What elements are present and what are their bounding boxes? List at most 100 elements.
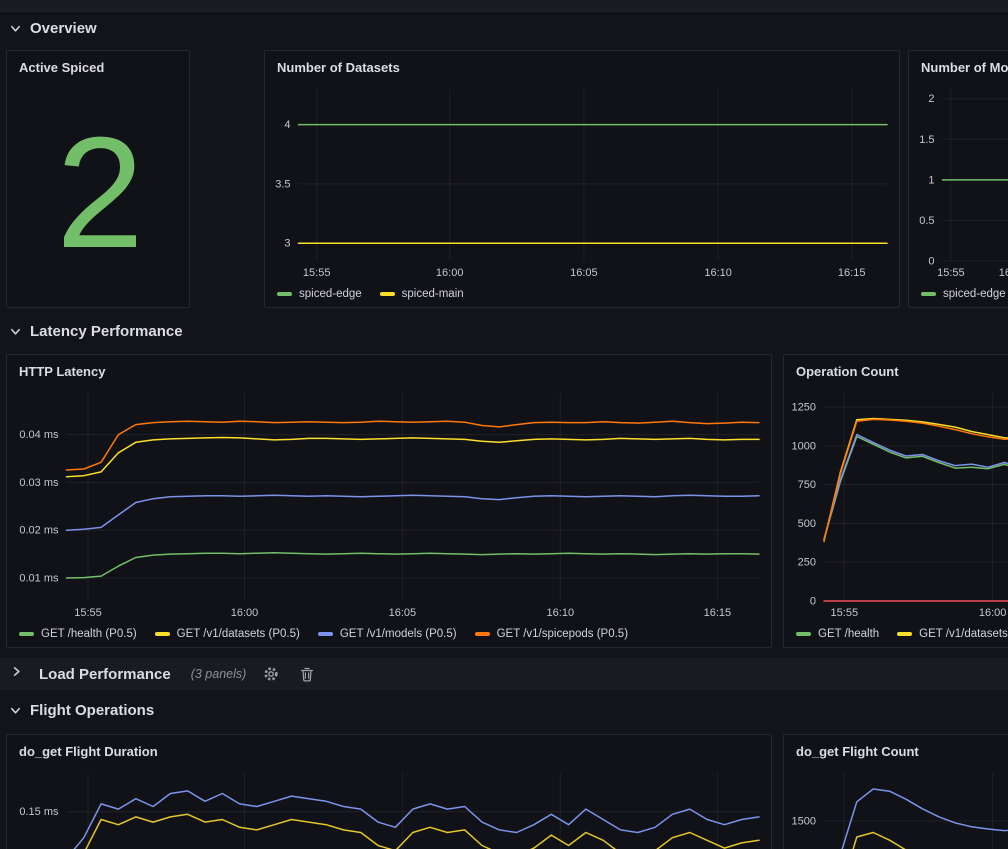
legend-swatch — [380, 292, 395, 296]
svg-text:3.5: 3.5 — [275, 178, 290, 190]
svg-text:16:10: 16:10 — [704, 267, 732, 279]
row-panel-count: (3 panels) — [191, 667, 247, 681]
svg-text:16:00: 16:00 — [231, 607, 259, 619]
svg-text:16:00: 16:00 — [979, 607, 1007, 619]
legend-swatch — [318, 632, 333, 636]
chevron-down-icon — [9, 22, 22, 35]
legend-swatch — [897, 632, 912, 636]
svg-text:16:05: 16:05 — [389, 607, 417, 619]
svg-text:750: 750 — [798, 479, 816, 491]
number-of-datasets-chart[interactable]: 15:5516:0016:0516:1016:1533.54spiced-edg… — [265, 79, 899, 307]
svg-text:15:55: 15:55 — [831, 607, 859, 619]
panel-title[interactable]: HTTP Latency — [7, 355, 771, 383]
http-latency-chart[interactable]: 15:55 16:00 16:05 16:10 16:15 0.01 ms 0.02 ms 0… — [7, 383, 771, 647]
legend-item[interactable]: GET /v1/datasets — [897, 628, 1008, 640]
legend-label: spiced-edge — [943, 288, 1006, 300]
legend-label: spiced-main — [402, 288, 464, 300]
chart-legend: GET /health (P0.5) GET /v1/datasets (P0.5… — [7, 621, 771, 647]
legend-item[interactable]: GET /v1/spicepods (P0.5) — [475, 628, 628, 640]
stat-value: 2 — [56, 114, 140, 272]
svg-text:16:05: 16:05 — [570, 267, 598, 279]
chart-canvas[interactable]: 15:5516:0016:0516:1016:1533.54 — [265, 79, 899, 281]
panel-title[interactable]: Number of Datasets — [265, 51, 899, 79]
panel-title[interactable]: do_get Flight Count — [784, 735, 1008, 763]
chart-legend: spiced-edge — [909, 281, 1008, 307]
svg-text:4: 4 — [284, 119, 290, 131]
svg-text:16:15: 16:15 — [704, 607, 732, 619]
row-header-overview[interactable]: Overview — [9, 15, 97, 41]
legend-label: GET /v1/models (P0.5) — [340, 628, 457, 640]
svg-text:0.15 ms: 0.15 ms — [19, 806, 59, 818]
svg-text:0.02 ms: 0.02 ms — [19, 525, 59, 537]
svg-text:0.5: 0.5 — [919, 215, 934, 227]
operation-count-chart[interactable]: 15:5516:00025050075010001250GET /healthG… — [784, 383, 1008, 647]
panel-number-of-datasets: Number of Datasets 15:5516:0016:0516:101… — [264, 50, 900, 308]
chart-canvas[interactable]: 15:5516:0016:0516:1016:150.15 ms — [7, 763, 771, 849]
legend-item[interactable]: GET /health (P0.5) — [19, 628, 137, 640]
svg-text:250: 250 — [798, 557, 816, 569]
svg-text:16:10: 16:10 — [547, 607, 575, 619]
panel-active-spiced: Active Spiced 2 — [6, 50, 190, 308]
row-title: Flight Operations — [30, 702, 154, 719]
legend-swatch — [475, 632, 490, 636]
row-title: Latency Performance — [30, 323, 183, 340]
legend-item[interactable]: GET /v1/models (P0.5) — [318, 628, 457, 640]
svg-text:16:00: 16:00 — [999, 267, 1008, 279]
chart-canvas[interactable]: 15:55 16:00 16:05 16:10 16:15 0.01 ms 0.02 ms 0… — [7, 383, 771, 621]
panel-title[interactable]: do_get Flight Duration — [7, 735, 771, 763]
panel-number-of-models: Number of Models 15:55 16:00 0 0.5 1 1.5 2 spic… — [908, 50, 1008, 308]
row-delete-button[interactable] — [296, 663, 318, 685]
legend-item[interactable]: GET /health — [796, 628, 879, 640]
legend-label: GET /health — [818, 628, 879, 640]
legend-item[interactable]: GET /v1/datasets (P0.5) — [155, 628, 300, 640]
row-header-flight-operations[interactable]: Flight Operations — [9, 697, 154, 723]
stat-body: 2 — [7, 79, 189, 307]
do-get-flight-count-chart[interactable]: 15:5516:001500 — [784, 763, 1008, 849]
row-header-latency-performance[interactable]: Latency Performance — [9, 318, 183, 344]
row-header-load-performance[interactable]: Load Performance (3 panels) — [0, 658, 1008, 690]
legend-item[interactable]: spiced-main — [380, 288, 464, 300]
panel-http-latency: HTTP Latency 15:55 16:00 16:05 16:10 16:15 0.… — [6, 354, 772, 648]
svg-text:0.04 ms: 0.04 ms — [19, 429, 59, 441]
svg-text:3: 3 — [284, 238, 290, 250]
svg-text:1: 1 — [928, 174, 934, 186]
svg-text:0.03 ms: 0.03 ms — [19, 477, 59, 489]
trash-icon — [300, 667, 314, 682]
svg-text:15:55: 15:55 — [303, 267, 331, 279]
svg-text:500: 500 — [798, 518, 816, 530]
svg-text:1250: 1250 — [792, 402, 816, 414]
legend-label: GET /v1/datasets (P0.5) — [177, 628, 300, 640]
svg-text:0: 0 — [928, 256, 934, 268]
do-get-flight-duration-chart[interactable]: 15:5516:0016:0516:1016:150.15 ms — [7, 763, 771, 849]
panel-title[interactable]: Active Spiced — [7, 51, 189, 79]
panel-operation-count: Operation Count 15:5516:0002505007501000… — [783, 354, 1008, 648]
svg-text:15:55: 15:55 — [74, 607, 102, 619]
row-settings-button[interactable] — [260, 663, 282, 685]
legend-swatch — [19, 632, 34, 636]
chart-canvas[interactable]: 15:55 16:00 0 0.5 1 1.5 2 — [909, 79, 1008, 281]
dashboard: Overview Active Spiced 2 Number of Datas… — [0, 0, 1008, 849]
chart-legend: spiced-edge spiced-main — [265, 281, 899, 307]
chart-canvas[interactable]: 15:5516:00025050075010001250 — [784, 383, 1008, 621]
number-of-models-chart[interactable]: 15:55 16:00 0 0.5 1 1.5 2 spiced-edge — [909, 79, 1008, 307]
legend-item[interactable]: spiced-edge — [277, 288, 362, 300]
legend-swatch — [921, 292, 936, 296]
svg-text:0.01 ms: 0.01 ms — [19, 573, 59, 585]
panel-title[interactable]: Operation Count — [784, 355, 1008, 383]
row-title: Overview — [30, 20, 97, 37]
top-bar — [0, 0, 1008, 14]
legend-label: GET /health (P0.5) — [41, 628, 137, 640]
legend-label: GET /v1/datasets — [919, 628, 1008, 640]
svg-text:1.5: 1.5 — [919, 134, 934, 146]
svg-text:15:55: 15:55 — [937, 267, 965, 279]
legend-swatch — [277, 292, 292, 296]
legend-label: GET /v1/spicepods (P0.5) — [497, 628, 628, 640]
legend-item[interactable]: spiced-edge — [921, 288, 1006, 300]
chart-legend: GET /health GET /v1/datasets — [784, 621, 1008, 647]
chart-canvas[interactable]: 15:5516:001500 — [784, 763, 1008, 849]
svg-text:1500: 1500 — [792, 816, 816, 828]
panel-title[interactable]: Number of Models — [909, 51, 1008, 79]
svg-text:1000: 1000 — [792, 440, 816, 452]
svg-text:2: 2 — [928, 93, 934, 105]
chevron-down-icon — [9, 704, 22, 717]
